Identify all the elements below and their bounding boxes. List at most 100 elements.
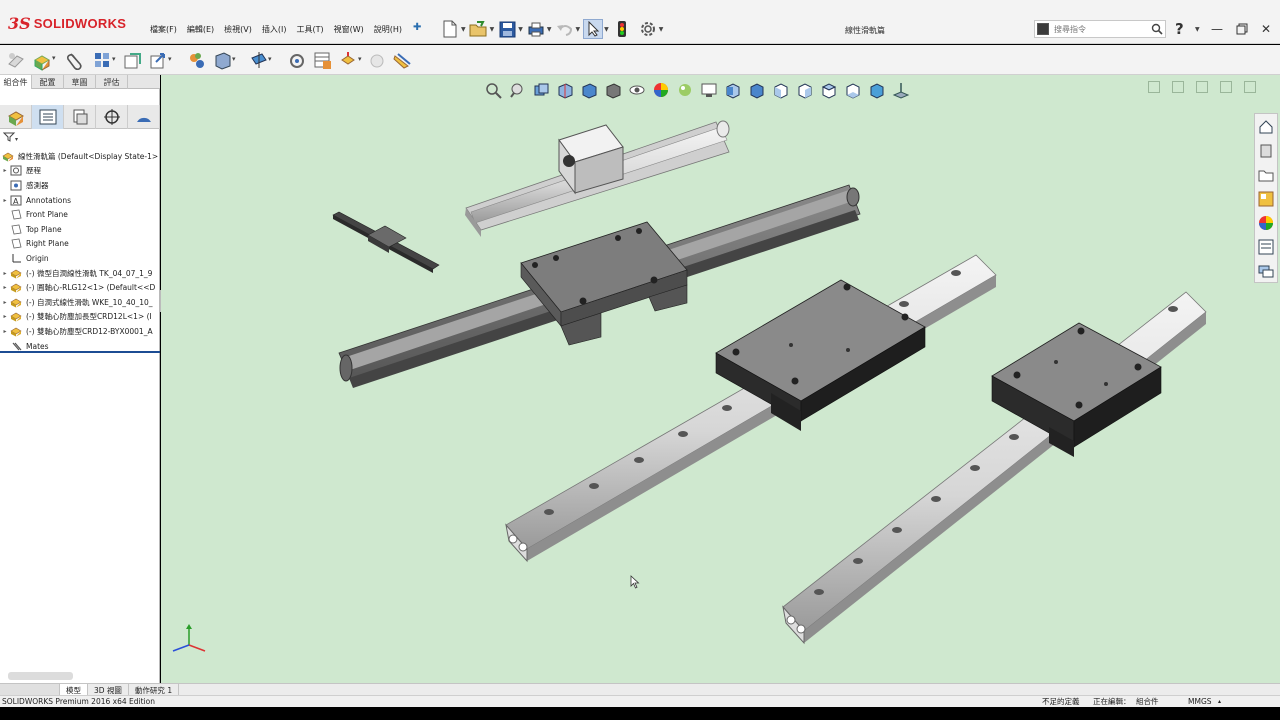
viewport-close-icon[interactable]	[1244, 81, 1256, 93]
expand-arrow-icon[interactable]: ▸	[0, 197, 10, 204]
viewport-restore-icon[interactable]	[1220, 81, 1232, 93]
edit-component-icon[interactable]	[6, 50, 28, 72]
tree-item[interactable]: 感測器	[0, 178, 160, 193]
expand-arrow-icon[interactable]: ▸	[0, 299, 10, 306]
viewport-split-icon[interactable]	[1148, 81, 1160, 93]
view-isometric-icon[interactable]	[867, 80, 887, 100]
expand-arrow-icon[interactable]: ▸	[0, 328, 10, 335]
exploded-view-icon[interactable]: ▾	[338, 50, 362, 72]
filter-icon[interactable]: ▾	[2, 132, 19, 145]
chevron-down-icon[interactable]: ▼	[547, 26, 552, 33]
view-orientation-icon[interactable]	[579, 80, 599, 100]
tab-evaluate[interactable]: 評估	[96, 75, 128, 89]
show-hidden-components-icon[interactable]	[186, 50, 208, 72]
save-icon[interactable]	[497, 19, 517, 39]
edit-appearance-icon[interactable]	[651, 80, 671, 100]
view-bottom-icon[interactable]	[843, 80, 863, 100]
tab-layout[interactable]: 配置	[32, 75, 64, 89]
new-motion-study-icon[interactable]	[286, 50, 308, 72]
tree-item[interactable]: ▸ A Annotations	[0, 193, 160, 208]
menu-file[interactable]: 檔案(F)	[150, 24, 177, 35]
close-button[interactable]: ✕	[1256, 20, 1276, 38]
apply-scene-icon[interactable]	[675, 80, 695, 100]
miniature-linear-guide[interactable]	[332, 211, 440, 273]
chevron-down-icon[interactable]: ▼	[490, 26, 495, 33]
smart-fasteners-icon[interactable]	[122, 50, 144, 72]
custom-properties-icon[interactable]	[1255, 236, 1277, 258]
solidworks-resources-icon[interactable]	[1255, 116, 1277, 138]
view-palette-icon[interactable]	[1255, 188, 1277, 210]
menu-help[interactable]: 說明(H)	[374, 24, 402, 35]
zoom-to-fit-icon[interactable]	[483, 80, 503, 100]
view-back-icon[interactable]	[747, 80, 767, 100]
rebuild-traffic-light-icon[interactable]	[612, 19, 632, 39]
search-icon[interactable]	[1149, 23, 1165, 35]
reference-geometry-icon[interactable]: ▾	[248, 50, 272, 72]
view-front-icon[interactable]	[723, 80, 743, 100]
menu-insert[interactable]: 插入(I)	[262, 24, 287, 35]
command-search[interactable]: 搜尋指令	[1034, 20, 1166, 38]
tree-item[interactable]: ▸ (-) 圓軸心-RLG12<1> (Default<<D	[0, 280, 160, 295]
menu-view[interactable]: 檢視(V)	[224, 24, 252, 35]
chevron-down-icon[interactable]: ▼	[576, 26, 581, 33]
tree-item[interactable]: Top Plane	[0, 222, 160, 237]
view-top-icon[interactable]	[819, 80, 839, 100]
graphics-area[interactable]	[161, 75, 1280, 683]
pin-icon[interactable]: ✚	[413, 22, 421, 33]
update-speedpak-icon[interactable]	[392, 50, 414, 72]
model-scene[interactable]	[161, 75, 1280, 683]
undo-icon[interactable]	[555, 19, 575, 39]
select-arrow-icon[interactable]	[583, 19, 604, 39]
insert-components-icon[interactable]: ▾	[32, 50, 56, 72]
normal-to-icon[interactable]	[891, 80, 911, 100]
linear-pattern-icon[interactable]: ▾	[92, 50, 116, 72]
help-icon[interactable]: ?	[1175, 20, 1184, 38]
tree-item[interactable]: Front Plane	[0, 207, 160, 222]
unit-system-selector[interactable]: MMGS	[1188, 697, 1212, 706]
display-manager-tab-icon[interactable]	[128, 105, 160, 129]
configurationmanager-tab-icon[interactable]	[64, 105, 96, 129]
zoom-to-area-icon[interactable]	[507, 80, 527, 100]
solidworks-logo[interactable]: 3S SOLIDWORKS	[8, 14, 126, 33]
viewport-minimize-icon[interactable]	[1196, 81, 1208, 93]
featuremanager-tab-icon[interactable]	[0, 105, 32, 129]
expand-arrow-icon[interactable]: ▸	[0, 167, 10, 174]
menu-window[interactable]: 視窗(W)	[334, 24, 364, 35]
tree-item[interactable]: ▸ (-) 雙軸心防塵型CRD12-BYX0001_A	[0, 324, 160, 339]
menu-tools[interactable]: 工具(T)	[296, 24, 323, 35]
bill-of-materials-icon[interactable]	[312, 50, 334, 72]
mate-paperclip-icon[interactable]	[64, 50, 86, 72]
tree-item[interactable]: ▸ (-) 微型自潤線性滑軌 TK_04_07_1_9	[0, 266, 160, 281]
forum-icon[interactable]	[1255, 260, 1277, 282]
expand-arrow-icon[interactable]: ▸	[0, 284, 10, 291]
view-right-icon[interactable]	[795, 80, 815, 100]
tab-sketch[interactable]: 草圖	[64, 75, 96, 89]
tree-item[interactable]: ▸ (-) 自潤式線性滑軌 WKE_10_40_10_	[0, 295, 160, 310]
view-left-icon[interactable]	[771, 80, 791, 100]
search-scope-icon[interactable]	[1037, 23, 1049, 35]
chevron-down-icon[interactable]: ▼	[659, 26, 664, 33]
search-input[interactable]: 搜尋指令	[1054, 24, 1149, 35]
round-shaft-rail[interactable]	[465, 120, 730, 237]
viewport-link-icon[interactable]	[1172, 81, 1184, 93]
tab-assembly[interactable]: 組合件	[0, 75, 32, 89]
new-document-icon[interactable]	[440, 19, 460, 39]
open-folder-icon[interactable]	[469, 19, 489, 39]
options-gear-icon[interactable]	[638, 19, 658, 39]
hide-show-items-icon[interactable]	[627, 80, 647, 100]
assembly-features-icon[interactable]: ▾	[212, 50, 236, 72]
section-view-icon[interactable]	[555, 80, 575, 100]
expand-arrow-icon[interactable]: ▸	[0, 313, 10, 320]
tree-item[interactable]: ▸ 歷程	[0, 164, 160, 179]
chevron-up-icon[interactable]: ▴	[1218, 698, 1221, 705]
expand-arrow-icon[interactable]: ▸	[0, 270, 10, 277]
tree-item[interactable]: Right Plane	[0, 237, 160, 252]
chevron-down-icon[interactable]: ▼	[1195, 26, 1200, 33]
design-library-icon[interactable]	[1255, 140, 1277, 162]
tree-root-assembly[interactable]: 線性滑軌篇 (Default<Display State-1>	[0, 149, 160, 164]
view-settings-icon[interactable]	[699, 80, 719, 100]
tree-rollback-bar[interactable]	[0, 351, 160, 353]
move-component-icon[interactable]: ▾	[148, 50, 172, 72]
tree-item[interactable]: ▸ (-) 雙軸心防塵加長型CRD12L<1> (I	[0, 310, 160, 325]
propertymanager-tab-icon[interactable]	[32, 105, 64, 129]
